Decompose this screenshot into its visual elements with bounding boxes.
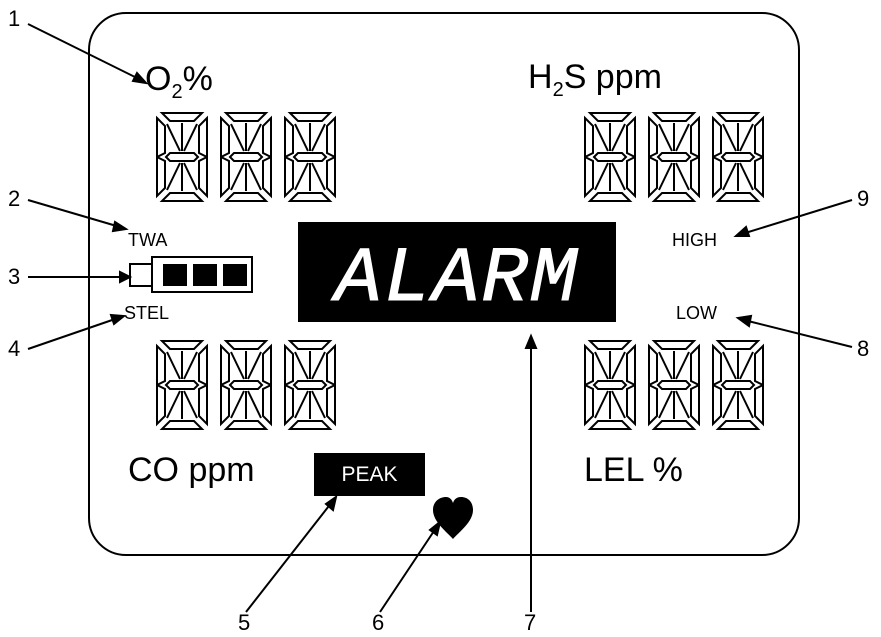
callout-8: 8: [857, 336, 870, 361]
callout-5: 5: [238, 610, 251, 635]
callout-1: 1: [8, 6, 21, 31]
battery-bar-2: [193, 264, 217, 286]
callout-6: 6: [372, 610, 385, 635]
callout-7: 7: [524, 610, 537, 635]
callout-3: 3: [8, 264, 21, 289]
battery-bar-3: [223, 264, 247, 286]
battery-bar-1: [163, 264, 187, 286]
heart-icon: [433, 497, 473, 539]
callout-9: 9: [857, 186, 870, 211]
callout-4: 4: [8, 336, 21, 361]
callout-lines: [27, 23, 853, 613]
battery-icon: [129, 256, 253, 293]
callout-2: 2: [8, 186, 21, 211]
